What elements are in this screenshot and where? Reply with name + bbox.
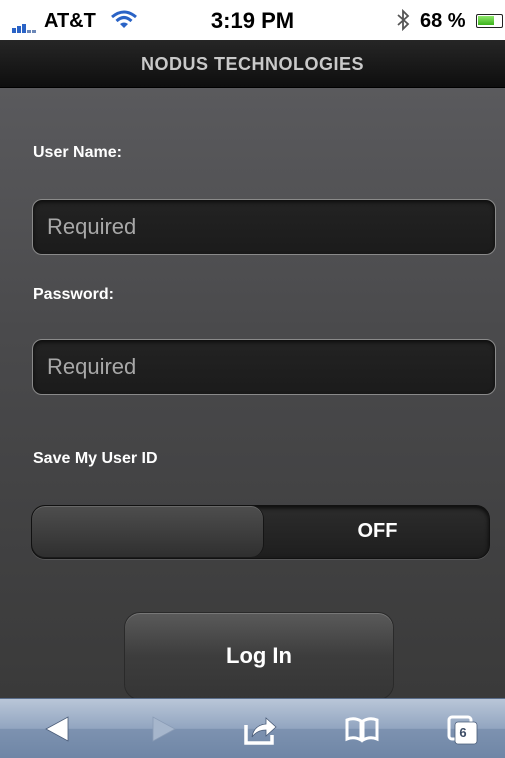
login-form: User Name: Password: Save My User ID OFF… (0, 88, 505, 700)
save-user-id-toggle[interactable]: OFF (31, 505, 490, 559)
username-label: User Name: (33, 144, 122, 161)
battery-percent: 68 % (420, 10, 466, 32)
tabs-count: 6 (459, 725, 467, 740)
app-header: NODUS TECHNOLOGIES (0, 40, 505, 88)
save-user-id-label: Save My User ID (33, 450, 158, 467)
bluetooth-icon (395, 8, 411, 37)
forward-button[interactable] (133, 699, 193, 758)
page-title: NODUS TECHNOLOGIES (140, 54, 364, 74)
toggle-state: OFF (357, 520, 398, 542)
battery-icon (476, 14, 503, 28)
browser-toolbar (0, 698, 505, 758)
share-icon (244, 717, 277, 745)
status-bar: AT&T 3:19 PM 68 % (0, 0, 505, 40)
password-label: Password: (33, 286, 114, 303)
password-input[interactable] (32, 339, 496, 395)
forward-icon (152, 716, 176, 742)
back-icon (45, 716, 69, 742)
login-button[interactable]: Log In (124, 612, 394, 700)
toggle-knob[interactable] (32, 506, 264, 557)
bookmarks-button[interactable] (332, 699, 392, 758)
share-button[interactable] (230, 699, 290, 758)
username-input[interactable] (32, 199, 496, 255)
bookmarks-icon (345, 717, 379, 743)
back-button[interactable] (28, 699, 88, 758)
